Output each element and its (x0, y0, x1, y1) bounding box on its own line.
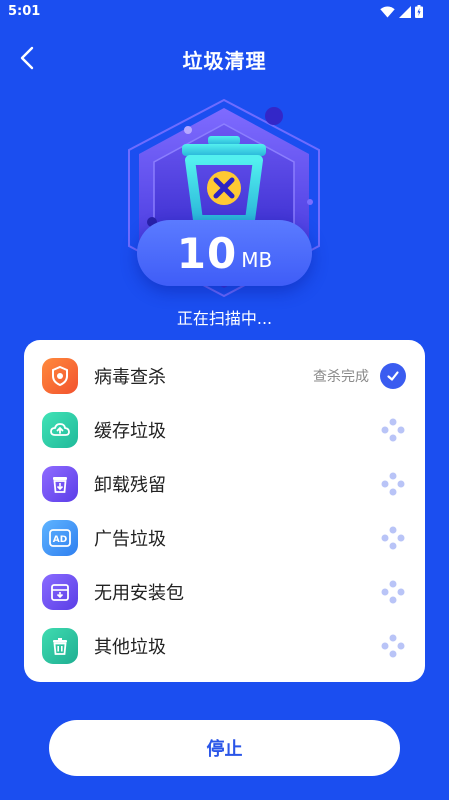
loading-spinner-icon (381, 634, 405, 658)
status-bar: 5:01 (0, 0, 449, 24)
list-item-label: 病毒查杀 (94, 367, 166, 388)
scan-status-text: 正在扫描中... (176, 309, 273, 328)
shield-icon (42, 358, 78, 394)
scan-items-card: 病毒查杀 查杀完成 缓存垃圾 卸载残留 AD 广告垃圾 无用安装包 其他垃圾 (24, 340, 425, 682)
ad-icon: AD (42, 520, 78, 556)
uninstall-icon (42, 466, 78, 502)
junk-size-display: 10 MB (137, 220, 312, 286)
status-time: 5:01 (8, 4, 41, 19)
list-item-label: 卸载残留 (94, 475, 166, 496)
list-item-label: 缓存垃圾 (94, 421, 166, 442)
package-icon (42, 574, 78, 610)
junk-size-value: 10 (176, 228, 238, 278)
junk-size-unit: MB (241, 248, 273, 272)
wifi-icon (380, 6, 395, 17)
list-item-uninstall-residue[interactable]: 卸载残留 (24, 457, 425, 511)
list-item-cache-junk[interactable]: 缓存垃圾 (24, 403, 425, 457)
list-item-ad-junk[interactable]: AD 广告垃圾 (24, 511, 425, 565)
loading-spinner-icon (381, 418, 405, 442)
stop-button[interactable]: 停止 (49, 720, 400, 776)
signal-icon (399, 5, 411, 18)
trash-icon (42, 628, 78, 664)
loading-spinner-icon (381, 526, 405, 550)
battery-icon (415, 5, 423, 18)
list-item-label: 无用安装包 (94, 583, 184, 604)
cloud-icon (42, 412, 78, 448)
list-item-virus-scan[interactable]: 病毒查杀 查杀完成 (24, 349, 425, 403)
status-icons (380, 5, 423, 18)
list-item-useless-packages[interactable]: 无用安装包 (24, 565, 425, 619)
list-item-other-junk[interactable]: 其他垃圾 (24, 619, 425, 673)
list-item-label: 广告垃圾 (94, 529, 166, 550)
page-title: 垃圾清理 (182, 49, 267, 73)
item-status-text: 查杀完成 (313, 369, 369, 385)
svg-text:AD: AD (53, 535, 67, 545)
loading-spinner-icon (381, 580, 405, 604)
list-item-label: 其他垃圾 (94, 637, 166, 658)
loading-spinner-icon (381, 472, 405, 496)
check-icon (380, 363, 406, 389)
